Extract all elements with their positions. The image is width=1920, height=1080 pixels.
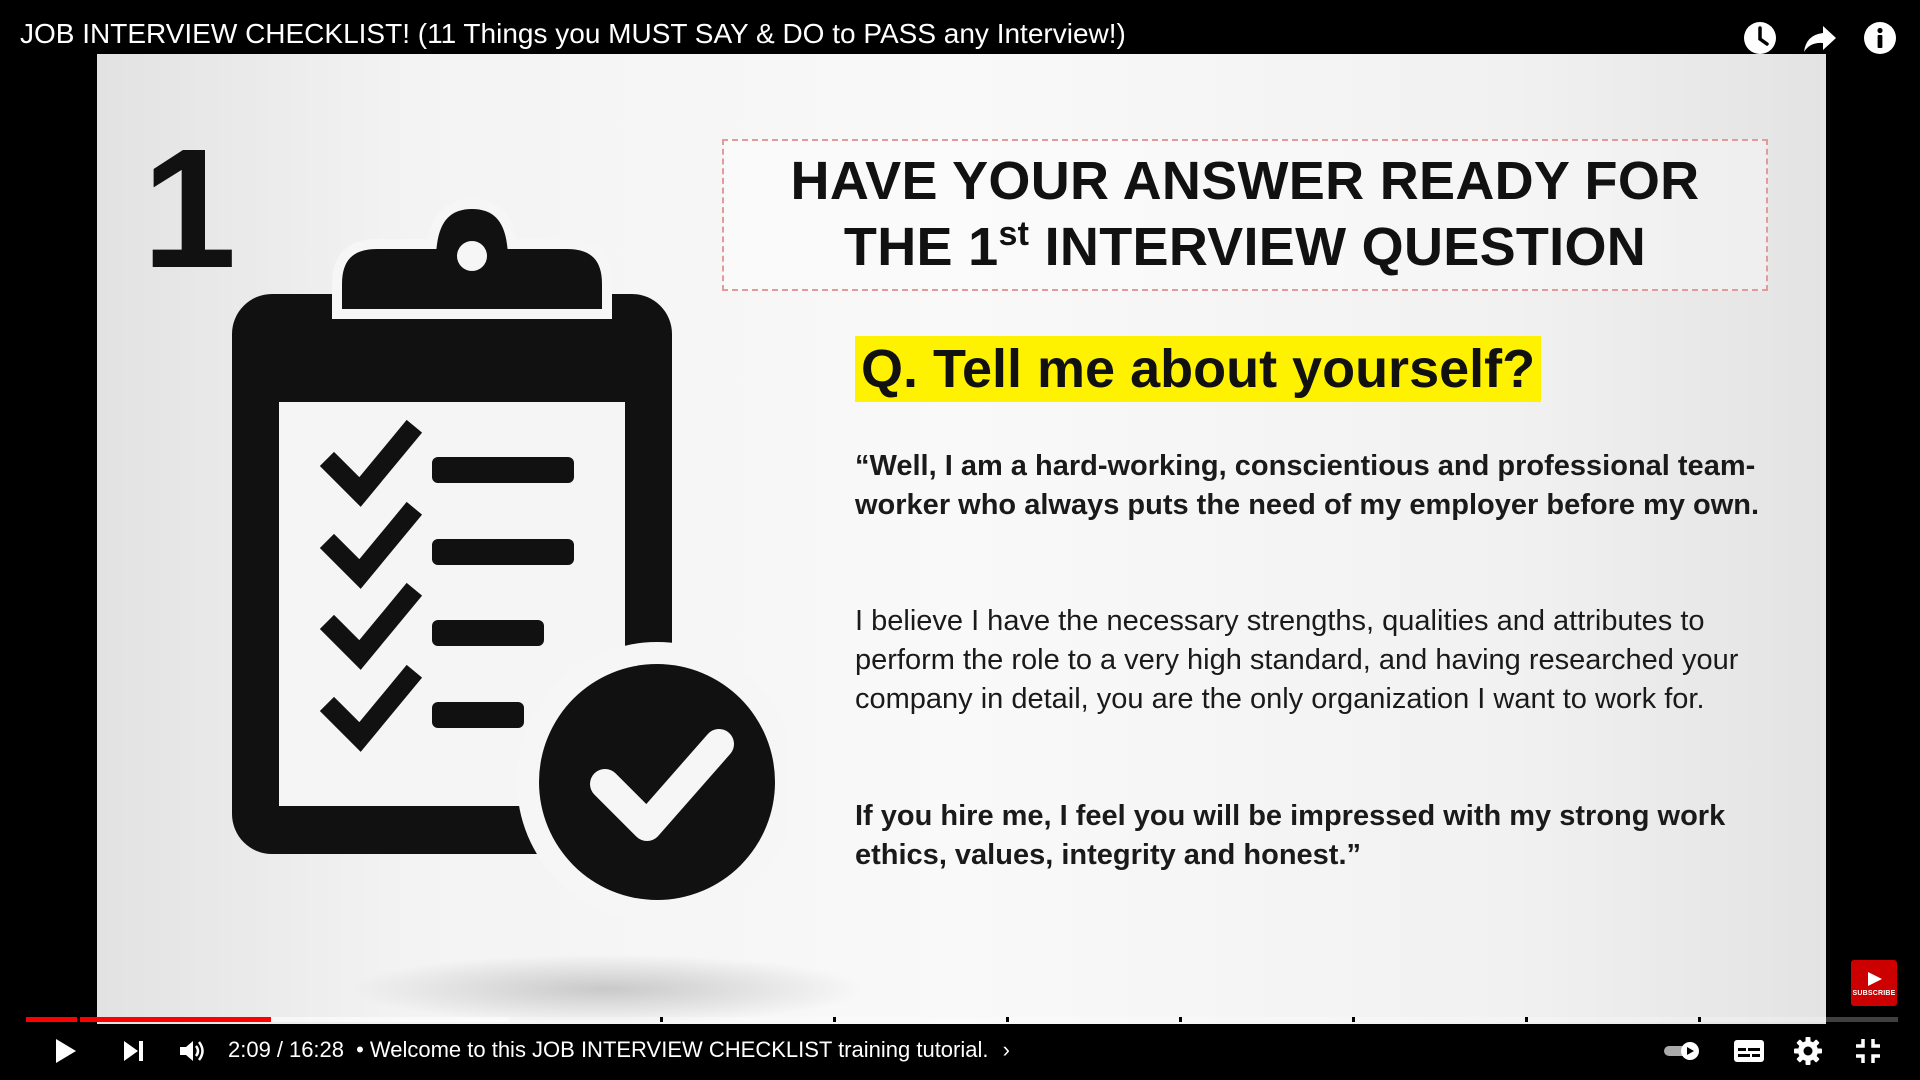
played-progress [26,1017,272,1022]
chapter-divider [1525,1017,1528,1022]
answer-paragraph-2: I believe I have the necessary strengths… [855,605,1739,715]
subscribe-label: SUBSCRIBE [1852,989,1896,997]
video-player[interactable]: 1 HAVE YOUR ANSWER READY FOR THE 1st INT… [0,0,1920,1080]
chapter-divider [833,1017,836,1022]
progress-bar[interactable] [26,1017,1898,1022]
chapter-divider [77,1017,80,1022]
autoplay-toggle[interactable] [1660,1031,1704,1071]
chapter-title[interactable]: Welcome to this JOB INTERVIEW CHECKLIST … [370,1037,989,1062]
clipboard-checklist-icon [232,198,787,922]
video-frame[interactable]: 1 HAVE YOUR ANSWER READY FOR THE 1st INT… [97,54,1826,1024]
headline-line-2: THE 1st INTERVIEW QUESTION [791,215,1700,281]
volume-icon [180,1041,204,1061]
next-button[interactable] [113,1031,153,1071]
question-highlight: Q. Tell me about yourself? [855,336,1542,402]
settings-button[interactable] [1786,1031,1830,1071]
answer-paragraph-3: If you hire me, I feel you will be impre… [855,800,1726,871]
video-title[interactable]: JOB INTERVIEW CHECKLIST! (11 Things you … [20,18,1126,50]
chapter-divider [660,1017,663,1022]
time-separator: / [276,1037,283,1062]
headline-box: HAVE YOUR ANSWER READY FOR THE 1st INTER… [722,139,1768,291]
chapter-chevron-icon[interactable]: › [1003,1037,1010,1062]
duration: 16:28 [288,1037,345,1062]
info-icon[interactable] [1860,18,1900,58]
current-time: 2:09 [228,1037,271,1062]
subtitles-icon [1734,1040,1764,1062]
headline-line-2-prefix: THE 1 [843,217,999,277]
chapter-bullet: • [356,1037,364,1062]
headline: HAVE YOUR ANSWER READY FOR THE 1st INTER… [791,149,1700,281]
answer-paragraph-1: “Well, I am a hard-working, conscientiou… [855,450,1760,521]
exit-fullscreen-icon [1856,1039,1880,1063]
next-icon [124,1041,143,1061]
chapter-divider [1698,1017,1701,1022]
clock-icon[interactable] [1740,18,1780,58]
chapter-divider [1179,1017,1182,1022]
headline-line-1: HAVE YOUR ANSWER READY FOR [790,151,1700,212]
exit-fullscreen-button[interactable] [1846,1031,1890,1071]
play-logo-icon [1868,971,1882,986]
chapter-divider [1006,1017,1009,1022]
subscribe-watermark[interactable]: SUBSCRIBE [1851,960,1897,1006]
time-display: 2:09/16:28 • Welcome to this JOB INTERVIE… [228,1037,1010,1063]
gear-icon [1794,1037,1822,1065]
subtitles-button[interactable] [1727,1031,1771,1071]
autoplay-toggle-icon [1664,1042,1699,1060]
chapter-divider [1352,1017,1355,1022]
headline-line-2-suffix: INTERVIEW QUESTION [1029,217,1647,277]
headline-superscript: st [998,215,1030,253]
share-icon[interactable] [1800,18,1840,58]
play-button[interactable] [44,1031,84,1071]
volume-button[interactable] [172,1031,212,1071]
step-number: 1 [142,114,237,304]
play-icon [56,1039,76,1063]
